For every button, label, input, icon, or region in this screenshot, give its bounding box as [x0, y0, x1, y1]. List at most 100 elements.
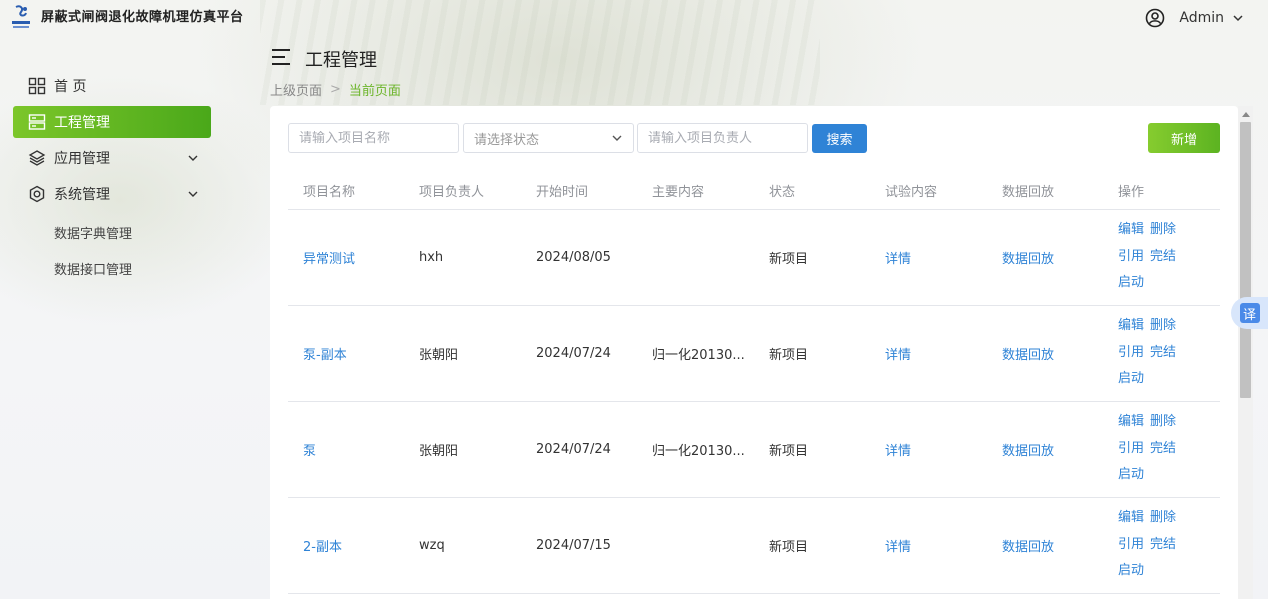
status: 新项目	[754, 305, 870, 402]
sidebar-item-label: 系统管理	[54, 187, 110, 203]
test-details-link[interactable]: 详情	[870, 497, 987, 594]
project-name-field[interactable]	[288, 123, 459, 153]
delete-link[interactable]: 删除	[1150, 222, 1176, 237]
data-playback-link[interactable]: 数据回放	[987, 401, 1103, 498]
main-content	[637, 497, 754, 594]
sidebar-item-system-management[interactable]: 系统管理	[13, 178, 211, 210]
server-icon	[28, 114, 46, 130]
sidebar: 首 页 工程管理 应用管理 系统管理 数据字典管理 数据接口管理	[13, 70, 211, 286]
user-avatar-icon	[1146, 8, 1165, 28]
table-row: 泵-副本 张朝阳 2024/07/24 归一化20130... 新项目 详情 数…	[288, 305, 1220, 402]
column-header: 试验内容	[870, 172, 987, 210]
test-details-link[interactable]: 详情	[870, 305, 987, 402]
edit-link[interactable]: 编辑	[1118, 222, 1144, 237]
project-name-link[interactable]: 泵	[288, 401, 404, 498]
menu-toggle-icon[interactable]	[271, 48, 291, 66]
status-select[interactable]: 请选择状态	[463, 123, 634, 153]
translate-icon: 译	[1239, 303, 1260, 323]
delete-link[interactable]: 删除	[1150, 510, 1176, 525]
start-link[interactable]: 启动	[1118, 467, 1144, 482]
start-link[interactable]: 启动	[1118, 371, 1144, 386]
vertical-scrollbar[interactable]	[1238, 106, 1253, 599]
main-panel: 请选择状态 搜索 新增 项目名称 项目负责人 开始时间 主要内容 状态 试验内容…	[270, 106, 1238, 599]
table-header-row: 项目名称 项目负责人 开始时间 主要内容 状态 试验内容 数据回放 操作	[288, 172, 1220, 210]
column-header: 主要内容	[637, 172, 754, 210]
status: 新项目	[754, 209, 870, 306]
project-name-link[interactable]: 2-副本	[288, 497, 404, 594]
chevron-down-icon	[612, 135, 622, 141]
cite-link[interactable]: 引用	[1118, 537, 1144, 552]
table-row: 2-副本 wzq 2024/07/15 新项目 详情 数据回放 编辑 删除 引用完…	[288, 497, 1220, 594]
breadcrumb-parent[interactable]: 上级页面	[270, 80, 322, 99]
edit-link[interactable]: 编辑	[1118, 318, 1144, 333]
sidebar-item-label: 应用管理	[54, 151, 110, 167]
project-name-link[interactable]: 泵-副本	[288, 305, 404, 402]
app-title: 屏蔽式闸阀退化故障机理仿真平台	[41, 10, 244, 25]
sidebar-item-project-management[interactable]: 工程管理	[13, 106, 211, 138]
layers-icon	[28, 150, 46, 166]
project-table: 项目名称 项目负责人 开始时间 主要内容 状态 试验内容 数据回放 操作 异常测…	[288, 172, 1220, 594]
operations: 编辑 删除 引用 完结 启动	[1103, 497, 1220, 594]
start-date: 2024/08/05	[521, 209, 637, 306]
cite-link[interactable]: 引用	[1118, 345, 1144, 360]
data-playback-link[interactable]: 数据回放	[987, 209, 1103, 306]
main-content: 归一化20130...	[637, 305, 754, 402]
column-header: 项目名称	[288, 172, 404, 210]
project-owner: 张朝阳	[404, 401, 521, 498]
project-owner: wzq	[404, 497, 521, 594]
test-details-link[interactable]: 详情	[870, 401, 987, 498]
test-details-link[interactable]: 详情	[870, 209, 987, 306]
breadcrumb-separator: >	[330, 82, 341, 97]
column-header: 开始时间	[521, 172, 637, 210]
add-button[interactable]: 新增	[1148, 123, 1220, 153]
start-date: 2024/07/24	[521, 305, 637, 402]
breadcrumb: 上级页面 > 当前页面	[270, 80, 401, 99]
operations: 编辑 删除 引用 完结 启动	[1103, 401, 1220, 498]
breadcrumb-current: 当前页面	[348, 84, 401, 99]
table-row: 异常测试 hxh 2024/08/05 新项目 详情 数据回放 编辑 删除 引用完…	[288, 209, 1220, 306]
delete-link[interactable]: 删除	[1150, 414, 1176, 429]
search-button[interactable]: 搜索	[812, 124, 867, 153]
main-content: 归一化20130...	[637, 401, 754, 498]
data-playback-link[interactable]: 数据回放	[987, 305, 1103, 402]
column-header: 操作	[1103, 172, 1220, 210]
project-name-link[interactable]: 异常测试	[288, 209, 404, 306]
project-name-input[interactable]	[299, 130, 448, 146]
finish-link[interactable]: 完结	[1150, 537, 1176, 552]
cite-link[interactable]: 引用	[1118, 441, 1144, 456]
start-date: 2024/07/24	[521, 401, 637, 498]
edit-link[interactable]: 编辑	[1118, 510, 1144, 525]
user-menu[interactable]: Admin	[1145, 8, 1244, 28]
start-link[interactable]: 启动	[1118, 275, 1144, 290]
sidebar-item-home[interactable]: 首 页	[13, 70, 211, 102]
delete-link[interactable]: 删除	[1150, 318, 1176, 333]
project-owner-input[interactable]	[648, 130, 797, 146]
column-header: 状态	[754, 172, 870, 210]
start-link[interactable]: 启动	[1118, 563, 1144, 578]
scrollbar-thumb[interactable]	[1240, 122, 1251, 398]
project-owner-field[interactable]	[637, 123, 808, 153]
chevron-down-icon	[1233, 15, 1243, 22]
settings-icon	[29, 185, 45, 203]
finish-link[interactable]: 完结	[1150, 441, 1176, 456]
sidebar-item-data-dictionary[interactable]: 数据字典管理	[13, 214, 211, 250]
sidebar-item-data-interface[interactable]: 数据接口管理	[13, 250, 211, 286]
sidebar-item-label: 工程管理	[54, 115, 110, 131]
grid-icon	[28, 77, 46, 95]
main-content	[637, 209, 754, 306]
translate-button[interactable]: 译	[1231, 297, 1268, 329]
status-select-placeholder: 请选择状态	[474, 132, 540, 148]
project-owner: 张朝阳	[404, 305, 521, 402]
sidebar-item-app-management[interactable]: 应用管理	[13, 142, 211, 174]
scroll-up-arrow-icon[interactable]	[1242, 112, 1250, 117]
operations: 编辑 删除 引用 完结 启动	[1103, 209, 1220, 306]
cite-link[interactable]: 引用	[1118, 249, 1144, 264]
app-logo-icon	[12, 5, 30, 28]
finish-link[interactable]: 完结	[1150, 345, 1176, 360]
data-playback-link[interactable]: 数据回放	[987, 497, 1103, 594]
table-row: 泵 张朝阳 2024/07/24 归一化20130... 新项目 详情 数据回放…	[288, 401, 1220, 498]
column-header: 项目负责人	[404, 172, 521, 210]
finish-link[interactable]: 完结	[1150, 249, 1176, 264]
edit-link[interactable]: 编辑	[1118, 414, 1144, 429]
chevron-down-icon	[188, 191, 198, 197]
